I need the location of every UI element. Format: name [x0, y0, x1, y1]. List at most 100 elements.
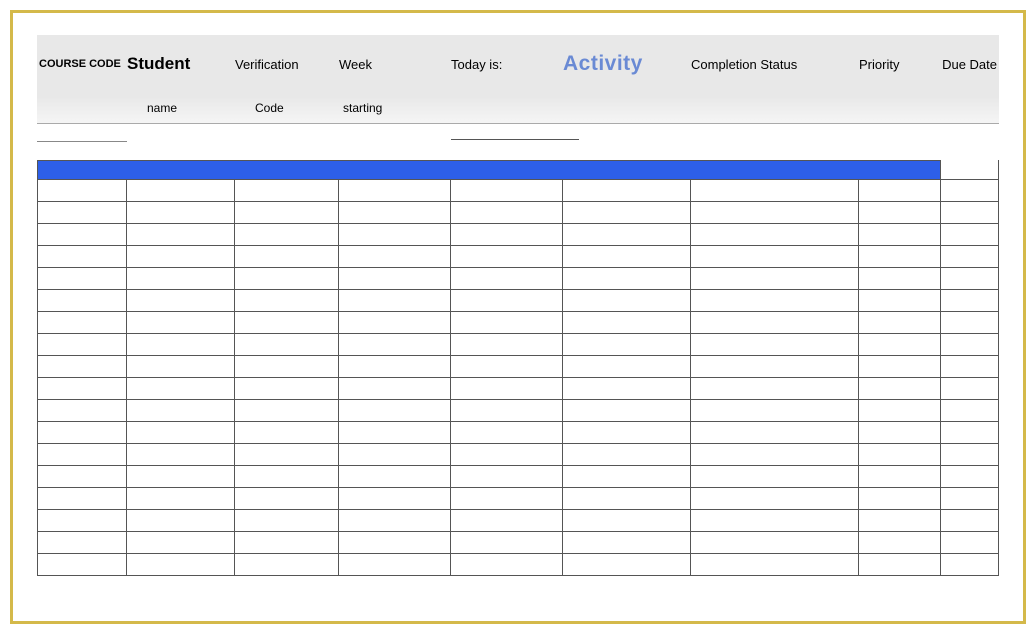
table-cell[interactable]	[235, 532, 339, 553]
input-cell-priority[interactable]	[859, 124, 941, 142]
table-cell[interactable]	[691, 488, 859, 509]
input-cell-week[interactable]	[339, 124, 451, 142]
table-cell[interactable]	[37, 444, 127, 465]
table-cell[interactable]	[235, 510, 339, 531]
table-cell[interactable]	[691, 378, 859, 399]
table-cell[interactable]	[941, 334, 999, 355]
table-cell[interactable]	[859, 246, 941, 267]
table-cell[interactable]	[235, 466, 339, 487]
input-cell-completion[interactable]	[691, 124, 859, 142]
table-cell[interactable]	[127, 510, 235, 531]
table-cell[interactable]	[37, 268, 127, 289]
table-cell[interactable]	[127, 378, 235, 399]
table-cell[interactable]	[235, 400, 339, 421]
table-cell[interactable]	[339, 202, 451, 223]
table-cell[interactable]	[451, 444, 563, 465]
table-cell[interactable]	[941, 510, 999, 531]
table-cell[interactable]	[127, 312, 235, 333]
table-cell[interactable]	[339, 400, 451, 421]
table-cell[interactable]	[451, 290, 563, 311]
table-cell[interactable]	[37, 488, 127, 509]
table-cell[interactable]	[127, 488, 235, 509]
table-cell[interactable]	[37, 422, 127, 443]
table-cell[interactable]	[451, 180, 563, 201]
table-cell[interactable]	[235, 180, 339, 201]
table-cell[interactable]	[451, 312, 563, 333]
table-cell[interactable]	[691, 312, 859, 333]
table-cell[interactable]	[127, 290, 235, 311]
table-cell[interactable]	[451, 400, 563, 421]
table-cell[interactable]	[691, 180, 859, 201]
input-cell-due[interactable]	[941, 124, 999, 142]
input-cell-today[interactable]	[451, 124, 563, 142]
table-cell[interactable]	[941, 268, 999, 289]
table-cell[interactable]	[37, 180, 127, 201]
table-cell[interactable]	[563, 268, 691, 289]
table-cell[interactable]	[859, 466, 941, 487]
table-cell[interactable]	[451, 466, 563, 487]
table-cell[interactable]	[339, 466, 451, 487]
table-cell[interactable]	[339, 356, 451, 377]
table-cell[interactable]	[451, 488, 563, 509]
table-cell[interactable]	[563, 180, 691, 201]
table-cell[interactable]	[37, 312, 127, 333]
table-cell[interactable]	[563, 400, 691, 421]
table-cell[interactable]	[859, 312, 941, 333]
table-cell[interactable]	[339, 312, 451, 333]
table-cell[interactable]	[37, 224, 127, 245]
table-cell[interactable]	[941, 224, 999, 245]
table-cell[interactable]	[127, 554, 235, 575]
table-cell[interactable]	[563, 356, 691, 377]
table-cell[interactable]	[127, 202, 235, 223]
table-cell[interactable]	[563, 466, 691, 487]
table-cell[interactable]	[691, 510, 859, 531]
table-cell[interactable]	[127, 268, 235, 289]
table-cell[interactable]	[451, 202, 563, 223]
table-cell[interactable]	[339, 224, 451, 245]
table-cell[interactable]	[235, 356, 339, 377]
table-cell[interactable]	[859, 422, 941, 443]
table-cell[interactable]	[563, 312, 691, 333]
table-cell[interactable]	[941, 554, 999, 575]
table-cell[interactable]	[37, 466, 127, 487]
table-cell[interactable]	[37, 510, 127, 531]
table-cell[interactable]	[37, 554, 127, 575]
table-cell[interactable]	[859, 224, 941, 245]
table-cell[interactable]	[563, 444, 691, 465]
table-cell[interactable]	[235, 554, 339, 575]
table-cell[interactable]	[941, 444, 999, 465]
table-cell[interactable]	[691, 268, 859, 289]
table-cell[interactable]	[563, 224, 691, 245]
table-cell[interactable]	[451, 532, 563, 553]
input-cell-course[interactable]	[37, 124, 127, 142]
table-cell[interactable]	[941, 356, 999, 377]
table-cell[interactable]	[941, 400, 999, 421]
table-cell[interactable]	[235, 422, 339, 443]
table-cell[interactable]	[941, 488, 999, 509]
table-cell[interactable]	[235, 290, 339, 311]
table-cell[interactable]	[235, 268, 339, 289]
table-cell[interactable]	[235, 378, 339, 399]
table-cell[interactable]	[859, 180, 941, 201]
table-cell[interactable]	[37, 290, 127, 311]
table-cell[interactable]	[691, 202, 859, 223]
table-cell[interactable]	[127, 224, 235, 245]
table-cell[interactable]	[563, 202, 691, 223]
table-cell[interactable]	[451, 422, 563, 443]
table-cell[interactable]	[235, 246, 339, 267]
table-cell[interactable]	[235, 202, 339, 223]
table-cell[interactable]	[37, 378, 127, 399]
table-cell[interactable]	[37, 356, 127, 377]
table-cell[interactable]	[451, 356, 563, 377]
table-cell[interactable]	[339, 334, 451, 355]
table-cell[interactable]	[563, 290, 691, 311]
table-cell[interactable]	[941, 466, 999, 487]
table-cell[interactable]	[859, 268, 941, 289]
table-cell[interactable]	[859, 378, 941, 399]
table-cell[interactable]	[859, 488, 941, 509]
table-cell[interactable]	[37, 246, 127, 267]
table-cell[interactable]	[859, 444, 941, 465]
table-cell[interactable]	[859, 554, 941, 575]
table-cell[interactable]	[563, 510, 691, 531]
table-cell[interactable]	[127, 180, 235, 201]
